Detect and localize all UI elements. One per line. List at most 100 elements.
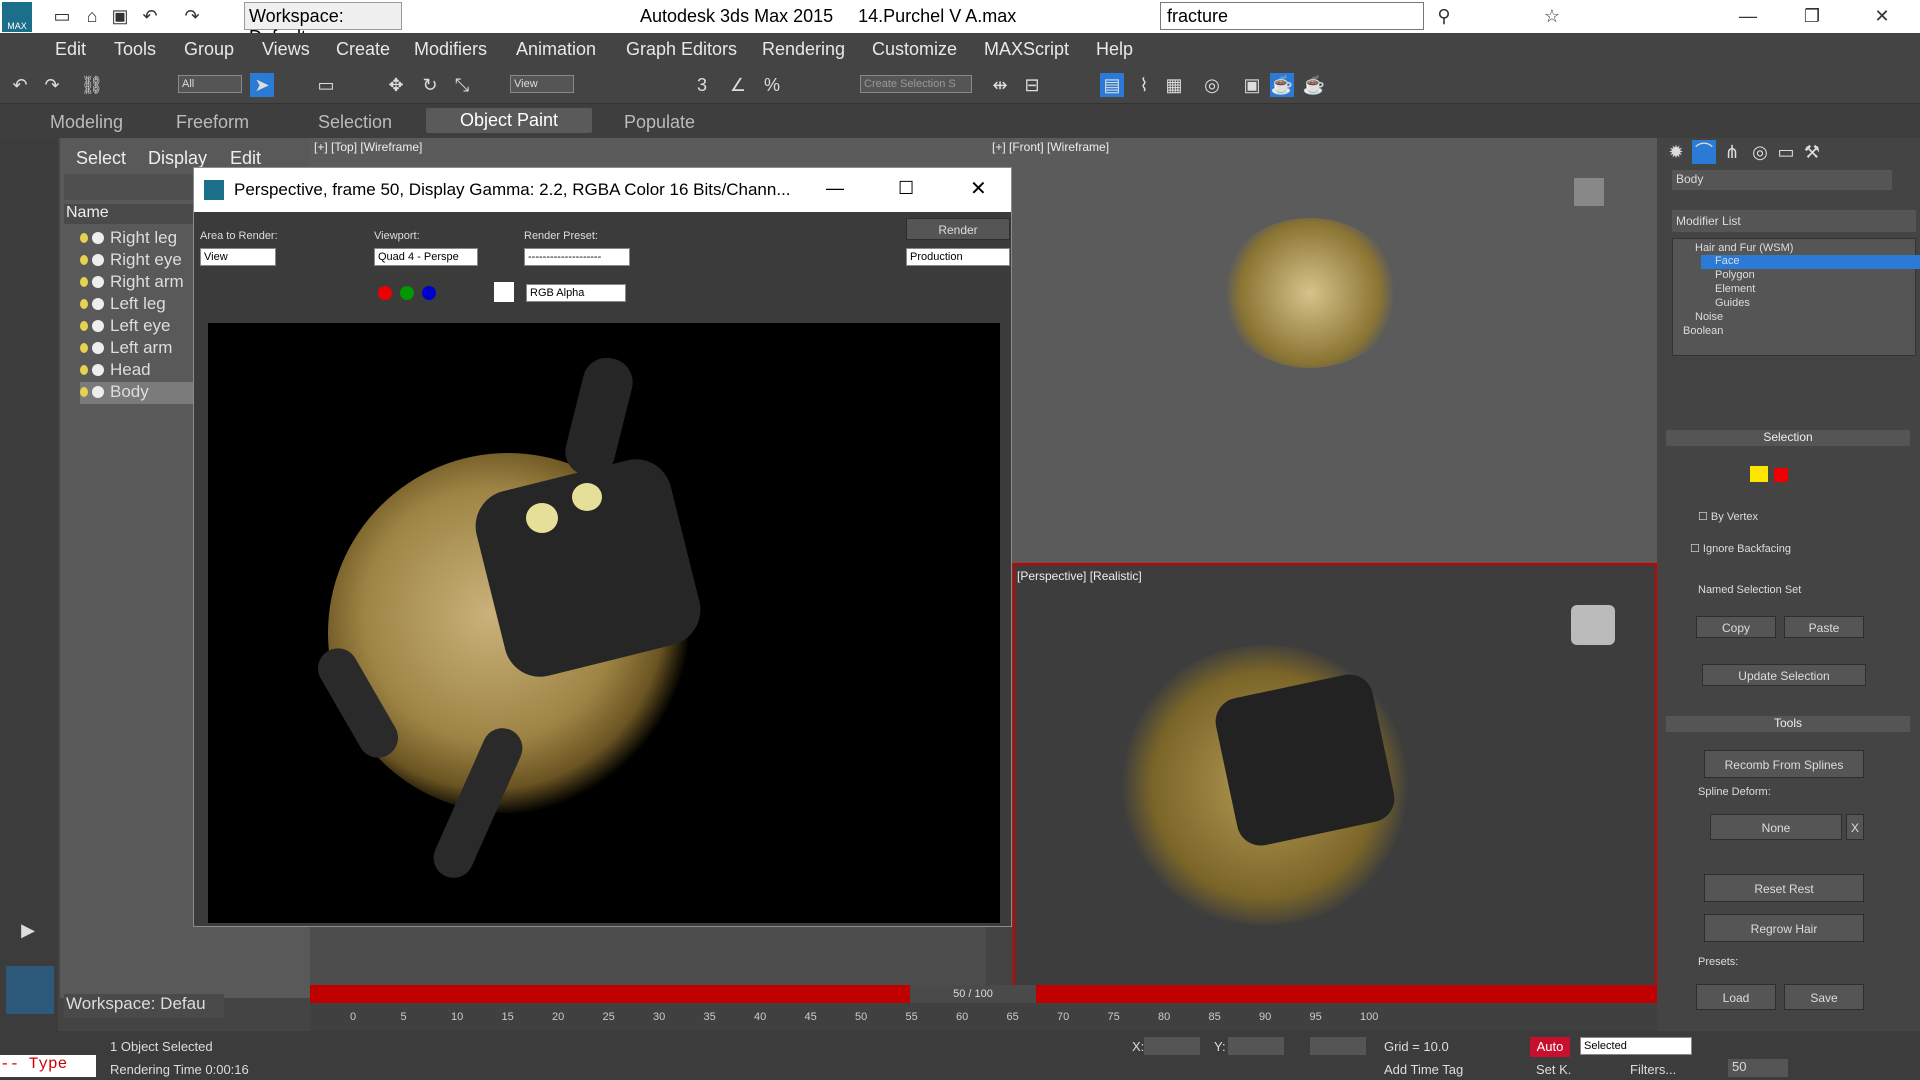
search-input[interactable]: fracture	[1160, 2, 1424, 30]
light-bulb-icon[interactable]	[80, 387, 88, 397]
red-channel-icon[interactable]	[378, 286, 392, 300]
perspective-viewport-label[interactable]: [Perspective] [Realistic]	[1017, 569, 1142, 583]
light-bulb-icon[interactable]	[80, 255, 88, 265]
element-select-icon[interactable]	[1774, 468, 1788, 482]
open-icon[interactable]: ⌂	[80, 4, 104, 28]
curve-editor-icon[interactable]: ⌇	[1132, 73, 1156, 97]
move-icon[interactable]: ✥	[384, 73, 408, 97]
recomb-from-splines-button[interactable]: Recomb From Splines	[1704, 750, 1864, 778]
tab-selection[interactable]: Selection	[318, 112, 392, 133]
display-tab-icon[interactable]: ▭	[1774, 140, 1798, 164]
visibility-icon[interactable]	[92, 342, 104, 354]
object-name-field[interactable]: Body	[1672, 170, 1892, 190]
visibility-icon[interactable]	[92, 276, 104, 288]
visibility-icon[interactable]	[92, 364, 104, 376]
y-coord-field[interactable]	[1228, 1037, 1284, 1055]
restore-icon[interactable]: ❐	[1800, 4, 1824, 28]
reset-rest-button[interactable]: Reset Rest	[1704, 874, 1864, 902]
schematic-icon[interactable]: ▦	[1162, 73, 1186, 97]
material-editor-icon[interactable]: ◎	[1200, 73, 1224, 97]
z-coord-field[interactable]	[1310, 1037, 1366, 1055]
light-bulb-icon[interactable]	[80, 365, 88, 375]
modify-tab-icon[interactable]: ⌒	[1692, 140, 1716, 164]
scene-tab-select[interactable]: Select	[76, 148, 126, 169]
light-bulb-icon[interactable]	[80, 343, 88, 353]
workspace-dropdown[interactable]: Workspace: Default	[244, 2, 402, 47]
menu-animation[interactable]: Animation	[516, 39, 596, 60]
scene-tab-display[interactable]: Display	[148, 148, 207, 169]
menu-rendering[interactable]: Rendering	[762, 39, 845, 60]
tab-modeling[interactable]: Modeling	[50, 112, 123, 133]
motion-tab-icon[interactable]: ◎	[1748, 140, 1772, 164]
tab-populate[interactable]: Populate	[624, 112, 695, 133]
redo-icon[interactable]: ↷	[40, 73, 64, 97]
named-selection-dropdown[interactable]: Create Selection S	[860, 75, 972, 93]
tab-object-paint[interactable]: Object Paint	[426, 108, 593, 133]
x-coord-field[interactable]	[1144, 1037, 1200, 1055]
minimize-icon[interactable]: —	[1736, 4, 1760, 28]
channel-dropdown[interactable]: RGB Alpha	[526, 284, 626, 302]
menu-edit[interactable]: Edit	[55, 39, 86, 60]
menu-graph-editors[interactable]: Graph Editors	[626, 39, 737, 60]
selection-rollout-header[interactable]: Selection	[1666, 430, 1910, 446]
menu-views[interactable]: Views	[262, 39, 310, 60]
menu-help[interactable]: Help	[1096, 39, 1133, 60]
color-swatch[interactable]	[494, 282, 514, 302]
visibility-icon[interactable]	[92, 254, 104, 266]
render-production-icon[interactable]: ☕	[1302, 73, 1326, 97]
menu-modifiers[interactable]: Modifiers	[414, 39, 487, 60]
visibility-icon[interactable]	[92, 298, 104, 310]
new-icon[interactable]: ▭	[50, 4, 74, 28]
render-setup-icon[interactable]: ▣	[1240, 73, 1264, 97]
stack-item-element[interactable]: Element	[1715, 283, 1920, 297]
close-icon[interactable]: ✕	[1870, 4, 1894, 28]
link-icon[interactable]: ⛓	[80, 73, 104, 97]
auto-key-button[interactable]: Auto	[1530, 1037, 1570, 1057]
menu-group[interactable]: Group	[184, 39, 234, 60]
time-slider-thumb[interactable]: 50 / 100	[910, 985, 1036, 1003]
viewcube-icon[interactable]	[1574, 178, 1604, 206]
save-button[interactable]: Save	[1784, 984, 1864, 1010]
viewport-dropdown[interactable]: Quad 4 - Perspe	[374, 248, 478, 266]
render-minimize-icon[interactable]: —	[826, 178, 844, 199]
copy-button[interactable]: Copy	[1696, 616, 1776, 638]
clear-spline-button[interactable]: X	[1846, 814, 1864, 840]
menu-tools[interactable]: Tools	[114, 39, 156, 60]
none-button[interactable]: None	[1710, 814, 1842, 840]
time-slider[interactable]: 50 / 100	[310, 985, 1657, 1003]
light-bulb-icon[interactable]	[80, 299, 88, 309]
load-button[interactable]: Load	[1696, 984, 1776, 1010]
maxscript-listener[interactable]: -- Type	[0, 1055, 96, 1077]
binoculars-icon[interactable]: ⚲	[1432, 4, 1456, 28]
percent-snap-icon[interactable]: %	[760, 73, 784, 97]
undo-icon[interactable]: ↶	[8, 73, 32, 97]
viewport-layout-icon[interactable]	[6, 966, 54, 1014]
stack-item-face[interactable]: Face	[1701, 255, 1920, 269]
face-select-icon[interactable]	[1750, 466, 1768, 482]
stack-item-noise[interactable]: Noise	[1695, 311, 1917, 325]
menu-maxscript[interactable]: MAXScript	[984, 39, 1069, 60]
render-close-icon[interactable]: ✕	[970, 176, 987, 201]
stack-item-hair-fur[interactable]: Hair and Fur (WSM)	[1695, 242, 1917, 256]
scene-tab-edit[interactable]: Edit	[230, 148, 261, 169]
visibility-icon[interactable]	[92, 320, 104, 332]
utilities-tab-icon[interactable]: ⚒	[1800, 140, 1824, 164]
stack-item-boolean[interactable]: Boolean	[1683, 325, 1905, 339]
menu-create[interactable]: Create	[336, 39, 390, 60]
render-frame-icon[interactable]: ☕	[1270, 73, 1294, 97]
stack-item-polygon[interactable]: Polygon	[1715, 269, 1920, 283]
redo-icon[interactable]: ↷	[180, 4, 204, 28]
save-icon[interactable]: ▣	[108, 4, 132, 28]
max-logo[interactable]: MAX	[2, 2, 32, 32]
visibility-icon[interactable]	[92, 386, 104, 398]
menu-customize[interactable]: Customize	[872, 39, 957, 60]
angle-snap-icon[interactable]: ∠	[726, 73, 750, 97]
key-mode-dropdown[interactable]: Selected	[1580, 1037, 1692, 1055]
current-frame-field[interactable]: 50	[1728, 1059, 1788, 1077]
render-button[interactable]: Render	[906, 218, 1010, 240]
blue-channel-icon[interactable]	[422, 286, 436, 300]
create-tab-icon[interactable]: ✹	[1664, 140, 1688, 164]
paste-button[interactable]: Paste	[1784, 616, 1864, 638]
modifier-list-dropdown[interactable]: Modifier List	[1672, 210, 1916, 232]
align-icon[interactable]: ⊟	[1020, 73, 1044, 97]
